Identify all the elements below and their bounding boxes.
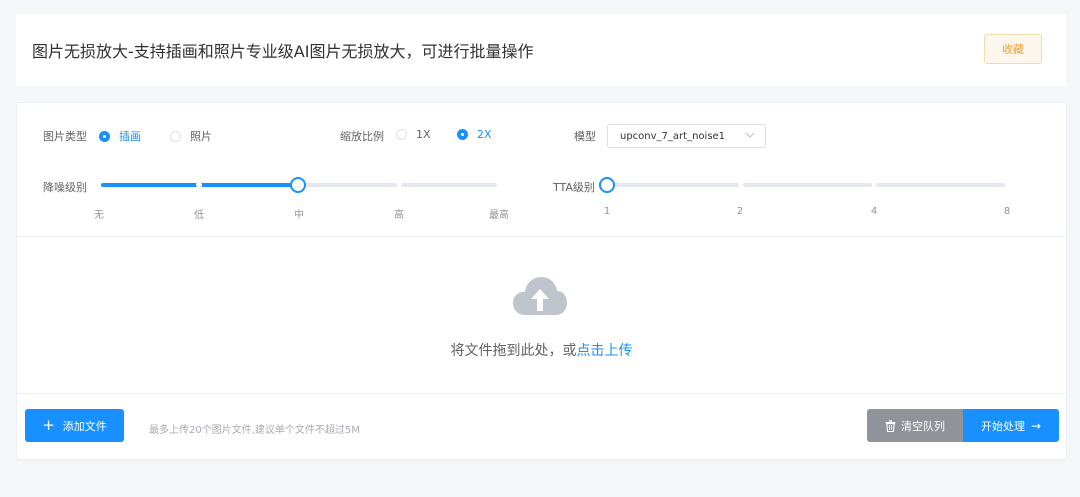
- click-upload-link[interactable]: 点击上传: [577, 343, 633, 359]
- dropzone-instruction: 将文件拖到此处，或: [450, 343, 577, 359]
- tta-tick: 8: [1003, 206, 1011, 217]
- scale-2x-radio[interactable]: 2X: [457, 128, 492, 141]
- image-type-photo-radio[interactable]: 照片: [170, 128, 212, 144]
- radio-label: 照片: [190, 130, 212, 143]
- add-files-button[interactable]: + 添加文件: [25, 409, 124, 442]
- tta-track-segment: [609, 183, 739, 187]
- dropzone-text: 将文件拖到此处，或点击上传: [17, 340, 1066, 360]
- tta-slider-thumb[interactable]: [599, 177, 615, 193]
- favorite-button[interactable]: 收藏: [984, 34, 1042, 64]
- model-select-value: upconv_7_art_noise1: [620, 130, 726, 142]
- denoise-stop: [196, 182, 202, 188]
- page-title: 图片无损放大-支持插画和照片专业级AI图片无损放大，可进行批量操作: [32, 42, 534, 61]
- scale-1x-radio[interactable]: 1X: [396, 128, 431, 141]
- denoise-label: 降噪级别: [43, 181, 87, 194]
- denoise-tick: 低: [194, 210, 204, 221]
- clear-queue-button[interactable]: 清空队列: [867, 409, 963, 442]
- add-files-label: 添加文件: [62, 419, 107, 433]
- denoise-slider-thumb[interactable]: [290, 177, 306, 193]
- denoise-track-segment: [303, 183, 397, 187]
- tta-tick: 1: [603, 206, 611, 217]
- tta-track-segment: [876, 183, 1005, 187]
- radio-label: 2X: [477, 128, 492, 141]
- radio-checked-icon: [99, 130, 110, 142]
- radio-checked-icon: [457, 129, 468, 140]
- main-panel: 图片类型 插画 照片 缩放比例 1X 2X 模型 upconv_7_art_no…: [16, 102, 1067, 460]
- scale-label: 缩放比例: [340, 130, 384, 143]
- denoise-tick: 高: [394, 210, 404, 221]
- model-label: 模型: [574, 130, 596, 143]
- divider: [17, 393, 1066, 394]
- image-type-label: 图片类型: [43, 130, 87, 143]
- tta-tick: 2: [736, 206, 744, 217]
- plus-icon: +: [42, 416, 55, 434]
- chevron-down-icon: [745, 130, 755, 143]
- radio-label: 插画: [119, 130, 141, 143]
- arrow-right-icon: →: [1030, 418, 1042, 433]
- denoise-tick: 无: [94, 210, 104, 221]
- denoise-tick: 中: [294, 210, 304, 221]
- model-select[interactable]: upconv_7_art_noise1: [607, 124, 766, 148]
- start-processing-button[interactable]: 开始处理 →: [963, 409, 1059, 442]
- start-processing-label: 开始处理: [980, 419, 1025, 433]
- denoise-track-segment: [401, 183, 497, 187]
- upload-hint: 最多上传20个图片文件,建议单个文件不超过5M: [149, 425, 360, 436]
- header: 图片无损放大-支持插画和照片专业级AI图片无损放大，可进行批量操作 收藏: [16, 14, 1066, 86]
- clear-queue-label: 清空队列: [901, 419, 945, 433]
- radio-unchecked-icon: [396, 129, 407, 140]
- denoise-tick: 最高: [489, 210, 509, 221]
- tta-label: TTA级别: [553, 181, 595, 194]
- cloud-upload-icon: [513, 277, 567, 321]
- radio-label: 1X: [416, 128, 431, 141]
- trash-icon: [885, 419, 896, 432]
- tta-track-segment: [743, 183, 872, 187]
- tta-tick: 4: [870, 206, 878, 217]
- upload-dropzone[interactable]: 将文件拖到此处，或点击上传: [17, 237, 1066, 393]
- radio-unchecked-icon: [170, 130, 181, 142]
- image-type-illustration-radio[interactable]: 插画: [99, 128, 141, 144]
